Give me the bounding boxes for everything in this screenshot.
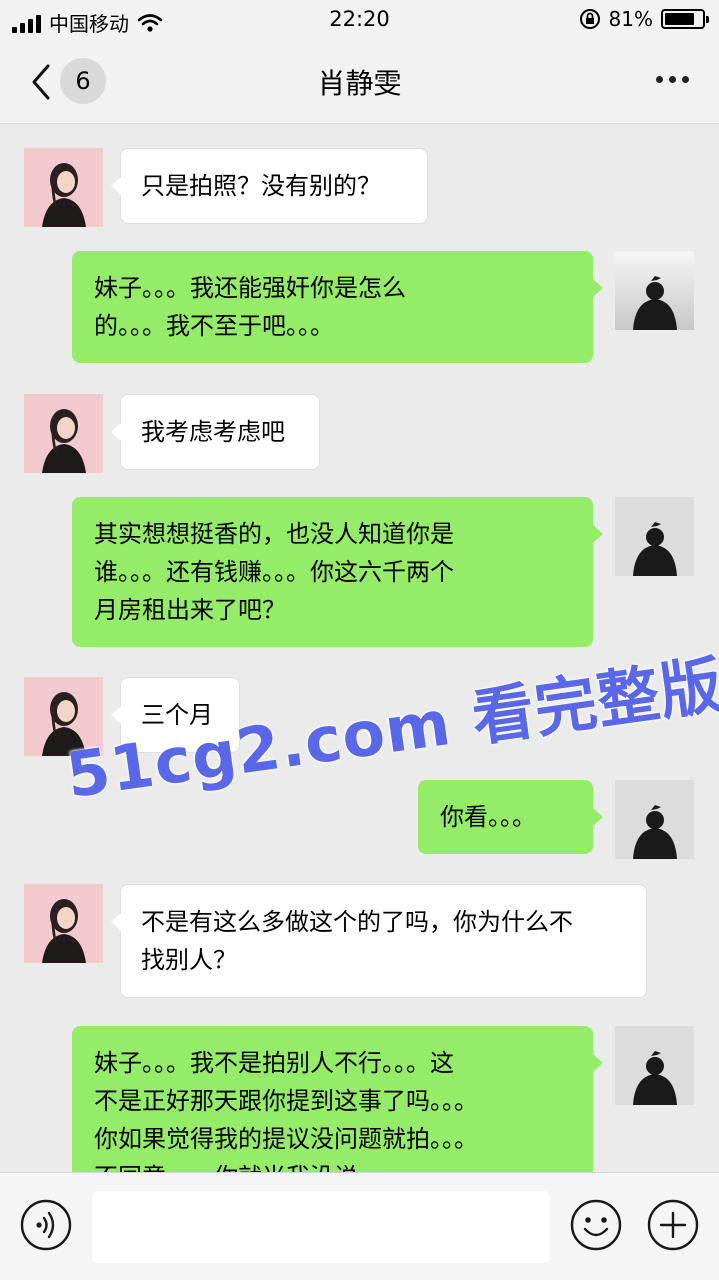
sent-message-bubble[interactable]: 妹子。。。我不是拍别人不行。。。这 不是正好那天跟你提到这事了吗。。。 你如果觉…	[72, 1026, 603, 1172]
man-silhouette-icon	[615, 251, 694, 330]
man-silhouette-icon	[615, 497, 694, 576]
message-row: 只是拍照？没有别的？	[0, 148, 719, 228]
my-avatar[interactable]	[615, 497, 694, 576]
more-dot-icon	[682, 76, 689, 83]
more-dot-icon	[656, 76, 663, 83]
battery-fill	[665, 13, 695, 25]
girl-portrait-icon	[42, 163, 86, 227]
girl-portrait-icon	[42, 409, 86, 473]
contact-avatar[interactable]	[24, 394, 103, 473]
contact-avatar[interactable]	[24, 884, 103, 963]
input-bar	[0, 1172, 719, 1280]
received-message-bubble[interactable]: 不是有这么多做这个的了吗，你为什么不 找别人？	[111, 884, 647, 998]
emoji-button[interactable]	[570, 1199, 622, 1251]
status-right: 81%	[579, 7, 709, 31]
emoji-icon	[570, 1199, 622, 1251]
man-silhouette-icon	[615, 1026, 694, 1105]
voice-icon	[20, 1199, 72, 1251]
message-row: 妹子。。。我不是拍别人不行。。。这 不是正好那天跟你提到这事了吗。。。 你如果觉…	[0, 1026, 719, 1172]
message-row: 不是有这么多做这个的了吗，你为什么不 找别人？	[0, 884, 719, 1002]
my-avatar[interactable]	[615, 1026, 694, 1105]
message-row: 妹子。。。我还能强奸你是怎么 的。。。我不至于吧。。。	[0, 251, 719, 369]
more-button[interactable]	[656, 76, 689, 83]
my-avatar[interactable]	[615, 780, 694, 859]
my-avatar[interactable]	[615, 251, 694, 330]
battery-icon	[661, 9, 709, 29]
message-input[interactable]	[92, 1191, 550, 1263]
plus-icon	[647, 1199, 699, 1251]
chat-title: 肖静雯	[317, 67, 402, 100]
voice-button[interactable]	[20, 1199, 72, 1251]
received-message-bubble[interactable]: 我考虑考虑吧	[111, 394, 320, 470]
sent-message-bubble[interactable]: 妹子。。。我还能强奸你是怎么 的。。。我不至于吧。。。	[72, 251, 603, 363]
message-row: 其实想想挺香的，也没人知道你是 谁。。。还有钱赚。。。你这六千两个 月房租出来了…	[0, 497, 719, 653]
sent-message-bubble[interactable]: 其实想想挺香的，也没人知道你是 谁。。。还有钱赚。。。你这六千两个 月房租出来了…	[72, 497, 603, 647]
girl-portrait-icon	[42, 899, 86, 963]
contact-avatar[interactable]	[24, 148, 103, 227]
chat-screen: 中国移动 22:20 81% 6 肖静雯 只是拍照？没有别的？ 妹子。。。我还能…	[0, 0, 719, 1280]
message-row: 我考虑考虑吧	[0, 394, 719, 474]
status-bar: 中国移动 22:20 81%	[0, 0, 719, 40]
nav-bar: 6 肖静雯	[0, 40, 719, 124]
sent-message-bubble[interactable]: 你看。。。	[418, 780, 603, 854]
man-silhouette-icon	[615, 780, 694, 859]
more-dot-icon	[669, 76, 676, 83]
battery-percent: 81%	[608, 7, 653, 31]
plus-button[interactable]	[647, 1199, 699, 1251]
received-message-bubble[interactable]: 只是拍照？没有别的？	[111, 148, 428, 224]
rotation-lock-icon	[579, 9, 600, 29]
